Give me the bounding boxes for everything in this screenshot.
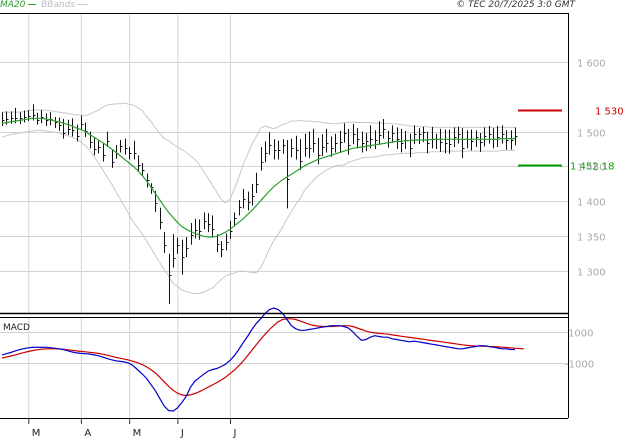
macd-y-tick-label: -1000	[565, 360, 594, 371]
bollinger-bands	[1, 102, 515, 294]
macd-line	[1, 307, 515, 412]
legend-ma20: MA20	[0, 0, 26, 10]
legend-ma20-swatch	[28, 4, 37, 5]
y-tick-label: 1 500	[577, 129, 606, 140]
macd-y-tick-label: 1000	[568, 329, 593, 340]
resistance-label: 1 530 9	[595, 107, 627, 118]
y-tick-label: 1 350	[577, 233, 606, 244]
x-tick-label: M	[133, 428, 142, 439]
panel-frames	[0, 13, 569, 419]
grid	[0, 13, 568, 418]
axes: M A M J J 1 300 1 350 1 400 1 450 1 500 1 600 1000 -…	[28, 59, 606, 439]
macd-panel: MACD	[1, 307, 524, 412]
technical-chart: 1 530 91 452 18 MACD M A M J J 1 300 1 350 1 40…	[0, 13, 627, 439]
legend-bbands-swatch	[77, 4, 88, 5]
x-tick-label: J	[233, 428, 237, 439]
x-tick-label: A	[84, 428, 91, 439]
legend: MA20 BBands	[0, 0, 88, 10]
signal-line	[1, 318, 524, 397]
x-tick-label: M	[32, 428, 41, 439]
legend-bbands: BBands	[41, 0, 76, 10]
price-levels: 1 530 91 452 18	[518, 107, 627, 173]
x-tick-label: J	[180, 428, 184, 439]
y-tick-label: 1 450	[577, 163, 606, 174]
y-tick-label: 1 300	[577, 268, 606, 279]
y-tick-label: 1 400	[577, 198, 606, 209]
copyright-timestamp: © TEC 20/7/2025 3:0 GMT	[456, 0, 575, 10]
macd-title: MACD	[3, 323, 30, 333]
chart-window: 1 530 91 452 18 MACD M A M J J 1 300 1 350 1 40…	[0, 0, 627, 440]
bb-upper-line	[2, 102, 515, 204]
bb-lower-line	[1, 129, 515, 294]
y-tick-label: 1 600	[577, 59, 606, 70]
price-bars	[2, 104, 518, 304]
